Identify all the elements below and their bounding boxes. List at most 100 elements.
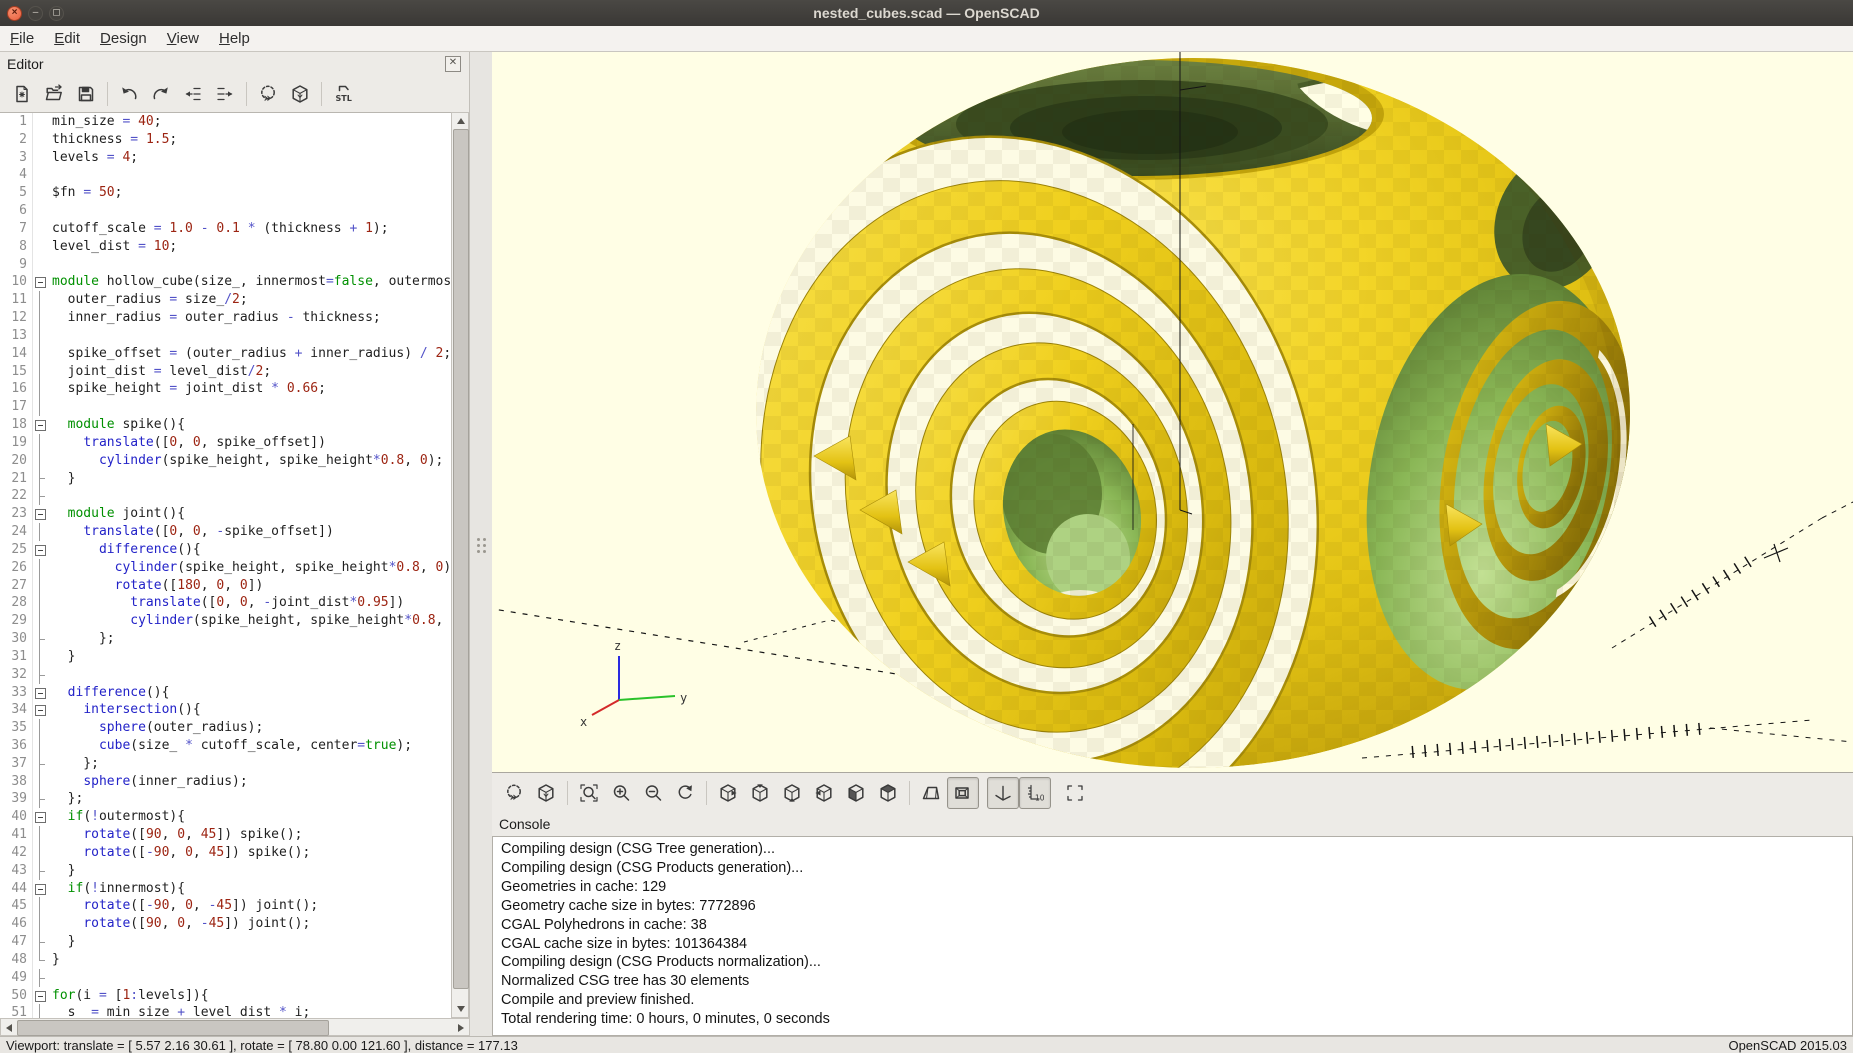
fold-guide: [32, 558, 47, 577]
view-top-button[interactable]: [744, 777, 776, 809]
dock-splitter[interactable]: [470, 52, 492, 1036]
save-file-button[interactable]: [70, 78, 102, 110]
svg-text:»: »: [510, 790, 518, 803]
code-line-2: 2 thickness = 1.5;: [0, 130, 452, 149]
line-number: 25: [0, 540, 32, 559]
line-number: 40: [0, 808, 32, 827]
maximize-window-button[interactable]: ◻: [49, 5, 64, 21]
titlebar[interactable]: × – ◻ nested_cubes.scad — OpenSCAD: [0, 0, 1853, 26]
scroll-left-arrow[interactable]: [6, 1024, 12, 1032]
editor-vertical-scrollbar[interactable]: [451, 112, 469, 1018]
close-window-button[interactable]: ×: [7, 5, 22, 21]
line-number: 29: [0, 612, 32, 631]
export-stl-button[interactable]: STL: [327, 78, 359, 110]
code-line-7: 7 cutoff_scale = 1.0 - 0.1 * (thickness +…: [0, 219, 452, 238]
fold-guide: [32, 968, 47, 987]
line-number: 6: [0, 202, 32, 220]
code-line-33: 33 difference(){: [0, 683, 452, 702]
preview-button[interactable]: »: [252, 78, 284, 110]
code-text: rotate([-90, 0, -45]) joint();: [83, 898, 319, 914]
undo-button[interactable]: [113, 78, 145, 110]
unindent-button[interactable]: [177, 78, 209, 110]
fold-marker-icon[interactable]: [32, 416, 47, 434]
menu-design[interactable]: Design: [90, 27, 157, 50]
menubar: File Edit Design View Help: [0, 26, 1853, 52]
fold-marker-icon[interactable]: [32, 273, 47, 292]
axis-x-label: x: [580, 715, 587, 729]
line-number: 27: [0, 576, 32, 595]
render-button[interactable]: [284, 78, 316, 110]
console-output[interactable]: Compiling design (CSG Tree generation)..…: [492, 836, 1853, 1036]
code-text: for(i = [1:levels]){: [52, 987, 209, 1003]
menu-help[interactable]: Help: [209, 27, 260, 50]
new-file-button[interactable]: [6, 78, 38, 110]
fold-guide: [32, 398, 47, 417]
code-line-1: 1 min_size = 40;: [0, 113, 452, 131]
orthogonal-button[interactable]: [947, 776, 979, 809]
view-front-button[interactable]: [840, 777, 872, 809]
zoom-all-button[interactable]: [573, 777, 605, 809]
menu-file[interactable]: File: [0, 27, 44, 50]
code-text: difference(){: [98, 541, 201, 557]
menu-edit[interactable]: Edit: [44, 27, 90, 50]
editor-horizontal-scrollbar[interactable]: [0, 1018, 470, 1036]
editor-close-icon[interactable]: ✕: [445, 56, 461, 72]
view-right-button[interactable]: [712, 777, 744, 809]
line-number: 30: [0, 630, 32, 648]
fold-guide: [32, 433, 47, 452]
fold-guide: [32, 469, 47, 488]
code-line-10: 10 module hollow_cube(size_, innermost=fa…: [0, 273, 452, 292]
fold-marker-icon[interactable]: [32, 879, 47, 898]
line-number: 51: [0, 1004, 32, 1018]
code-line-35: 35 sphere(outer_radius);: [0, 719, 452, 737]
perspective-button[interactable]: [915, 777, 947, 809]
show-crosshairs-button[interactable]: [1059, 777, 1091, 809]
indent-button[interactable]: [209, 78, 241, 110]
fold-marker-icon[interactable]: [32, 986, 47, 1005]
redo-button[interactable]: [145, 78, 177, 110]
fold-marker-icon[interactable]: [32, 505, 47, 524]
render-button[interactable]: [530, 777, 562, 809]
preview-button[interactable]: »: [498, 777, 530, 809]
fold-marker-icon[interactable]: [32, 808, 47, 827]
open-file-button[interactable]: [38, 78, 70, 110]
fold-marker-icon[interactable]: [32, 540, 47, 559]
fold-guide: [32, 113, 47, 131]
view-left-button[interactable]: [808, 777, 840, 809]
zoom-out-button[interactable]: [637, 777, 669, 809]
code-text: spike_height = joint_dist * 0.66;: [52, 381, 326, 397]
export-stl-icon: STL: [333, 84, 353, 104]
show-axes-button[interactable]: [987, 776, 1019, 809]
show-axes-icon: [993, 783, 1013, 803]
editor-hscroll-thumb[interactable]: [17, 1020, 329, 1036]
line-number: 19: [0, 433, 32, 452]
statusbar: Viewport: translate = [ 5.57 2.16 30.61 …: [0, 1036, 1853, 1053]
view-bottom-button[interactable]: [776, 777, 808, 809]
reset-view-button[interactable]: [669, 777, 701, 809]
code-editor[interactable]: 1 min_size = 40; 2 thickness = 1.5; 3 levels …: [0, 112, 452, 1018]
view-top-icon: [750, 783, 770, 803]
line-number: 50: [0, 986, 32, 1005]
line-number: 16: [0, 380, 32, 399]
zoom-in-button[interactable]: [605, 777, 637, 809]
scroll-up-arrow[interactable]: [457, 118, 465, 124]
code-line-20: 20 cylinder(spike_height, spike_height*0…: [0, 451, 452, 470]
console-line: Total rendering time: 0 hours, 0 minutes…: [501, 1011, 830, 1028]
line-number: 8: [0, 237, 32, 256]
minimize-window-button[interactable]: –: [28, 5, 43, 21]
scroll-down-arrow[interactable]: [457, 1006, 465, 1012]
scroll-right-arrow[interactable]: [458, 1024, 464, 1032]
menu-view[interactable]: View: [157, 27, 209, 50]
fold-marker-icon[interactable]: [32, 683, 47, 702]
code-text: levels = 4;: [52, 149, 139, 165]
line-number: 46: [0, 915, 32, 934]
code-line-3: 3 levels = 4;: [0, 148, 452, 167]
show-scale-markers-button[interactable]: 10: [1019, 776, 1051, 809]
3d-viewport[interactable]: z x y: [492, 52, 1853, 772]
fold-marker-icon[interactable]: [32, 701, 47, 720]
view-back-button[interactable]: [872, 777, 904, 809]
code-text: min_size = 40;: [52, 114, 162, 129]
code-text: cutoff_scale = 1.0 - 0.1 * (thickness + …: [52, 220, 389, 236]
editor-vscroll-thumb[interactable]: [453, 129, 469, 989]
